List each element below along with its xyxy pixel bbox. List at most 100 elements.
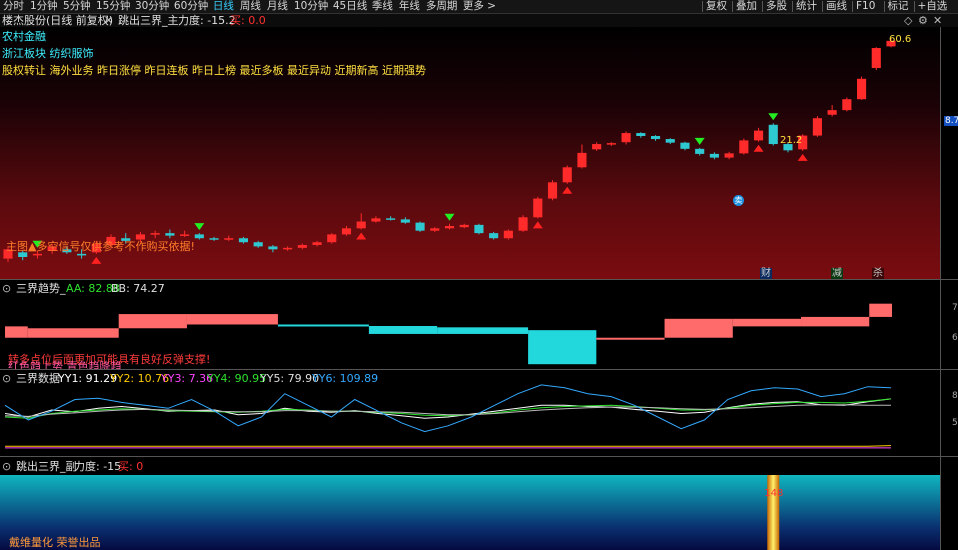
sub-pane[interactable]: ⊙ 跳出三界_副 力度: -15 买: 0 148 戴维量化 荣誉出品 bbox=[0, 457, 940, 550]
candle-body bbox=[695, 148, 705, 154]
period-tab[interactable]: 10分钟 bbox=[294, 0, 328, 13]
buy-signal-arrow bbox=[797, 153, 808, 161]
toolbar-action-button[interactable]: 叠加 bbox=[736, 0, 757, 13]
toolbar-action-button[interactable]: 复权 bbox=[706, 0, 727, 13]
candle-body bbox=[518, 217, 528, 231]
candle-body bbox=[489, 233, 499, 239]
trend-band bbox=[368, 326, 438, 334]
trend-pane[interactable]: 76 ⊙ 三界趋势_ AA: 82.88 BB: 74.27 转多点位后面更加可… bbox=[0, 280, 958, 373]
trend-band bbox=[869, 303, 892, 317]
buy-signal-arrow bbox=[356, 232, 367, 240]
candle-body bbox=[415, 222, 425, 231]
footer-credit: 戴维量化 荣誉出品 bbox=[9, 536, 101, 549]
sell-circle-badge[interactable]: 卖 bbox=[733, 195, 744, 206]
candle-body bbox=[165, 233, 175, 236]
callout-cai[interactable]: 财 bbox=[760, 268, 772, 279]
period-tab[interactable]: 多周期 bbox=[426, 0, 458, 13]
toolbar-action-button[interactable]: F10 bbox=[856, 0, 875, 13]
trend-band bbox=[5, 326, 28, 338]
close-icon[interactable]: ✕ bbox=[933, 14, 942, 27]
candle-body bbox=[371, 218, 381, 222]
data-pane[interactable]: 85 ⊙ 三界数据 YY1: 91.29 YY2: 10.76 YY3: 7.3… bbox=[0, 370, 958, 456]
toolbar-action-button[interactable]: +自选 bbox=[918, 0, 948, 13]
candle-body bbox=[253, 242, 263, 247]
pane-toggle-icon[interactable]: ⊙ bbox=[2, 372, 11, 385]
pane-toggle-icon[interactable]: ⊙ bbox=[2, 282, 11, 295]
candle-body bbox=[533, 198, 543, 218]
period-tab[interactable]: 年线 bbox=[399, 0, 420, 13]
callout-jian[interactable]: 减 bbox=[831, 268, 843, 279]
trend-band bbox=[437, 327, 529, 334]
buy-signal-arrow bbox=[91, 256, 102, 264]
toolbar-action-button[interactable]: 统计 bbox=[796, 0, 817, 13]
sub-sell-value: 买: 0 bbox=[118, 460, 144, 473]
toolbar-separator bbox=[913, 1, 915, 12]
period-tab[interactable]: 日线 bbox=[213, 0, 234, 13]
period-tab[interactable]: 月线 bbox=[267, 0, 288, 13]
buy-signal-arrow bbox=[753, 144, 764, 152]
candle-body bbox=[238, 238, 249, 243]
gear-icon[interactable]: ⚙ bbox=[918, 14, 928, 27]
candle-body bbox=[312, 242, 322, 246]
force-value: 力度: -15.2 bbox=[178, 14, 236, 27]
period-tab[interactable]: 周线 bbox=[240, 0, 261, 13]
sell-signal-arrow bbox=[444, 213, 455, 221]
diamond-icon[interactable]: ◇ bbox=[904, 14, 912, 27]
yy5-value: YY5: 79.90 bbox=[260, 372, 320, 385]
candle-body bbox=[621, 133, 631, 143]
candle-body bbox=[680, 142, 690, 149]
spike-label: 148 bbox=[764, 488, 784, 499]
candle-body bbox=[341, 228, 352, 235]
data-axis-line bbox=[940, 370, 941, 456]
axis-tick-label: 7 bbox=[952, 303, 958, 313]
pane-toggle-icon[interactable]: ⊙ bbox=[2, 460, 11, 473]
toolbar-separator bbox=[762, 1, 763, 12]
toolbar-action-button[interactable]: 标记 bbox=[888, 0, 909, 13]
sell-signal-arrow bbox=[768, 113, 779, 121]
period-tab[interactable]: 15分钟 bbox=[96, 0, 130, 13]
candle-body bbox=[871, 48, 881, 69]
period-tab[interactable]: 1分钟 bbox=[30, 0, 58, 13]
candle-body bbox=[32, 253, 42, 256]
period-tab[interactable]: 60分钟 bbox=[174, 0, 208, 13]
toolbar-separator bbox=[792, 1, 793, 12]
candle-body bbox=[562, 167, 572, 183]
concept-line-1: 农村金融 bbox=[2, 30, 46, 43]
toolbar-action-button[interactable]: 画线 bbox=[826, 0, 847, 13]
yy4-value: YY4: 90.95 bbox=[207, 372, 267, 385]
indicator-name: 跳出三界_主 bbox=[118, 14, 179, 27]
candle-body bbox=[665, 139, 675, 143]
candle-body bbox=[209, 238, 219, 240]
period-tab[interactable]: 30分钟 bbox=[135, 0, 169, 13]
candle-body bbox=[724, 153, 734, 158]
sell-value: 买: 0.0 bbox=[230, 14, 266, 27]
candle-body bbox=[224, 238, 234, 240]
main-axis-line bbox=[940, 27, 941, 279]
period-tab[interactable]: 45日线 bbox=[333, 0, 367, 13]
period-tab[interactable]: 更多 > bbox=[463, 0, 496, 13]
period-tab[interactable]: 分时 bbox=[3, 0, 24, 13]
close-icon[interactable]: ✕ bbox=[104, 14, 113, 27]
trend-bb: BB: 74.27 bbox=[111, 282, 165, 295]
yy6-value: YY6: 109.89 bbox=[312, 372, 379, 385]
candle-body bbox=[356, 221, 366, 229]
candle-body bbox=[194, 234, 204, 239]
candle-body bbox=[577, 152, 587, 168]
candle-body bbox=[77, 253, 87, 256]
period-toolbar: 分时 1分钟 5分钟 15分钟 30分钟 60分钟 日线 周线 月线 10分钟 45日线 季线 年线 多周… bbox=[0, 0, 958, 14]
toolbar-separator bbox=[852, 1, 853, 12]
main-chart[interactable]: 农村金融 浙江板块 纺织服饰 股权转让 海外业务 昨日涨停 昨日连板 昨日上榜 … bbox=[0, 27, 940, 279]
candle-body bbox=[18, 252, 28, 258]
toolbar-separator bbox=[822, 1, 823, 12]
toolbar-action-button[interactable]: 多股 bbox=[766, 0, 787, 13]
candle-body bbox=[180, 234, 190, 236]
period-tab[interactable]: 季线 bbox=[372, 0, 393, 13]
candle-body bbox=[812, 118, 822, 136]
toolbar-separator bbox=[883, 1, 885, 12]
candle-body bbox=[327, 234, 337, 243]
candle-body bbox=[459, 224, 469, 228]
period-tab[interactable]: 5分钟 bbox=[63, 0, 91, 13]
candle-body bbox=[400, 219, 410, 223]
callout-sha[interactable]: 杀 bbox=[872, 268, 884, 279]
candle-body bbox=[268, 246, 278, 250]
